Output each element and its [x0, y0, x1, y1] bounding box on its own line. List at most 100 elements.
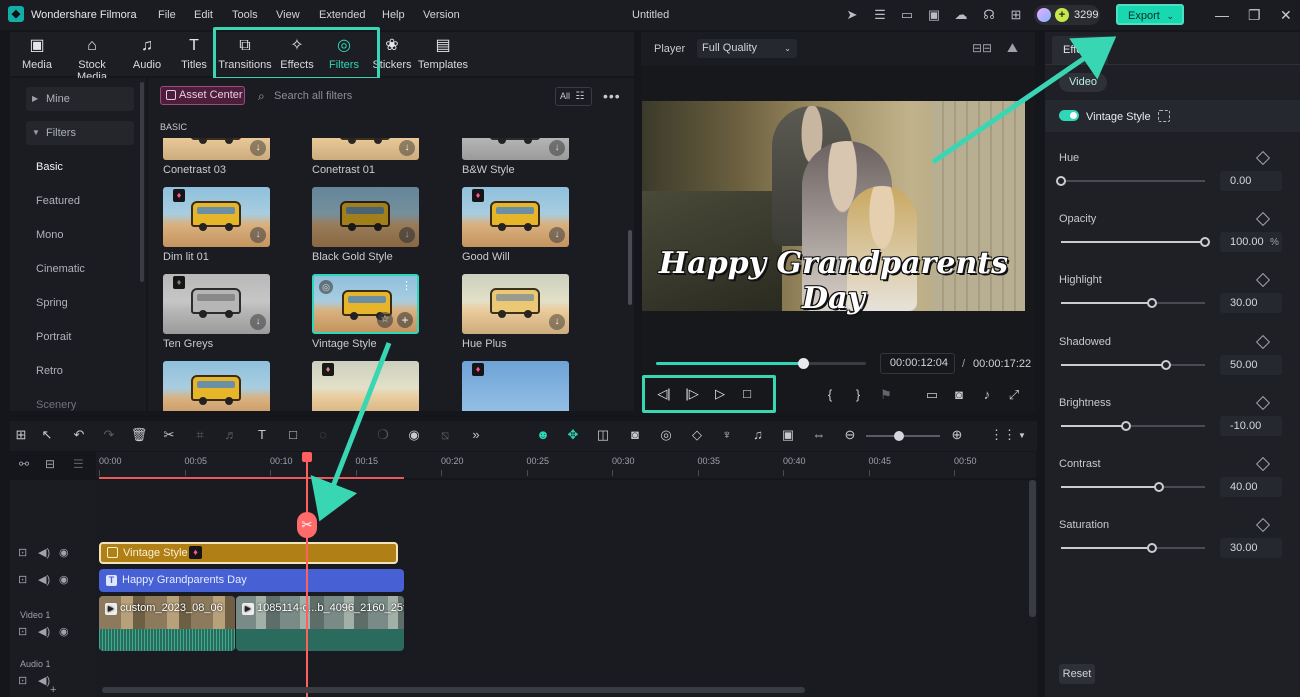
kebab-menu-icon[interactable]: ⋮ — [401, 279, 412, 292]
sidebar-group-filters[interactable]: ▼ Filters — [26, 121, 134, 145]
crop-icon[interactable]: ⌗ — [191, 427, 209, 443]
filter-thumb[interactable]: ♦ ↓ — [163, 187, 270, 247]
chevron-down-icon[interactable]: ⌄ — [1166, 6, 1174, 27]
clip-video-1[interactable]: ▶ custom_2023_08_06 — [99, 596, 235, 651]
audio-stretch-icon[interactable]: ♬ — [222, 427, 240, 442]
previous-frame-icon[interactable]: ◁| — [656, 386, 672, 402]
param-slider-knob-highlight[interactable] — [1147, 298, 1157, 308]
clip-title-text[interactable]: T Happy Grandparents Day — [99, 569, 404, 592]
select-tool-icon[interactable]: ↖ — [38, 427, 56, 443]
menu-view[interactable]: View — [276, 9, 300, 21]
filter-thumb[interactable]: ♦ ↓ — [163, 274, 270, 334]
track-layout-icon[interactable]: ⋮⋮ — [990, 427, 1016, 443]
chevron-down-icon[interactable]: ▼ — [1013, 431, 1031, 440]
link-icon[interactable]: ⚯ — [19, 457, 29, 471]
tool-templates[interactable]: ▤ Templates — [415, 36, 471, 76]
tab-effects[interactable]: Effects — [1052, 36, 1108, 64]
param-slider-knob-shadowed[interactable] — [1161, 360, 1171, 370]
eye-icon[interactable]: ◉ — [59, 573, 69, 586]
screen-record-icon[interactable]: ▣ — [779, 427, 797, 443]
filter-thumb-selected[interactable]: ◎ ⋮ ☆ + — [312, 274, 419, 334]
track-manager-icon[interactable]: ☰ — [73, 457, 84, 471]
feedback-icon[interactable]: ☰ — [872, 7, 888, 23]
filter-type-dropdown[interactable]: All ☷ — [555, 87, 592, 106]
sidebar-item-featured[interactable]: Featured — [26, 189, 134, 213]
filter-thumb[interactable]: ↓ — [312, 187, 419, 247]
asset-center-button[interactable]: Asset Center — [160, 86, 245, 105]
download-icon[interactable]: ↓ — [250, 314, 266, 330]
eye-icon[interactable]: ◉ — [59, 625, 69, 638]
sidebar-scrollbar[interactable] — [140, 82, 144, 282]
filter-thumb[interactable]: ↓ — [462, 138, 569, 160]
lock-icon[interactable]: ⊡ — [18, 674, 27, 687]
record-voice-icon[interactable]: ◫ — [594, 427, 612, 443]
download-icon[interactable]: ↓ — [549, 314, 565, 330]
snapshot-image-icon[interactable]: ⛰ — [1007, 40, 1018, 56]
tool-titles[interactable]: T Titles — [169, 36, 219, 76]
zoom-in-icon[interactable]: ⊕ — [948, 427, 966, 443]
undo-icon[interactable]: ↶ — [70, 427, 88, 443]
param-slider-track-hue[interactable] — [1061, 180, 1205, 182]
zoom-out-icon[interactable]: ⊖ — [841, 427, 859, 443]
play-icon[interactable]: ▷ — [712, 386, 728, 402]
zoom-slider-knob[interactable] — [894, 431, 904, 441]
text-tool-icon[interactable]: T — [253, 427, 271, 442]
download-icon[interactable]: ↓ — [399, 227, 415, 243]
speaker-icon[interactable]: ◀) — [38, 625, 50, 638]
redo-icon[interactable]: ↷ — [100, 427, 118, 443]
quality-select[interactable]: Full Quality ⌄ — [697, 39, 797, 58]
snap-icon[interactable]: ☻ — [534, 427, 552, 442]
microphone-icon[interactable]: ♆ — [718, 427, 736, 442]
render-preview-icon[interactable]: ◎ — [657, 427, 675, 443]
filter-thumb[interactable]: ♦ — [462, 361, 569, 411]
credits-badge[interactable]: + 3299 — [1034, 5, 1100, 25]
color-tool-icon[interactable]: ◌ — [314, 427, 332, 442]
cloud-icon[interactable]: ☁ — [953, 7, 969, 23]
download-icon[interactable]: ↓ — [399, 140, 415, 156]
preview-icon[interactable]: ◎ — [319, 280, 333, 294]
fullscreen-icon[interactable]: ⤢ — [1006, 387, 1022, 403]
param-value-shadowed[interactable]: 50.00 — [1220, 355, 1282, 375]
add-icon[interactable]: + — [50, 684, 56, 696]
auto-ripple-icon[interactable]: ✥ — [564, 427, 582, 443]
camera-record-icon[interactable]: ◙ — [626, 427, 644, 442]
tool-media[interactable]: ▣ Media — [12, 36, 62, 76]
menu-help[interactable]: Help — [382, 9, 405, 21]
monitor-icon[interactable]: ▭ — [899, 7, 915, 23]
playback-progress-knob[interactable] — [798, 358, 809, 369]
param-slider-knob-contrast[interactable] — [1154, 482, 1164, 492]
lock-icon[interactable]: ⊡ — [18, 546, 27, 559]
speaker-icon[interactable]: ◀) — [38, 546, 50, 559]
close-icon[interactable]: ✕ — [1280, 7, 1292, 24]
transform-icon[interactable]: ⧅ — [436, 427, 454, 443]
search-input[interactable] — [274, 86, 454, 106]
minimize-icon[interactable]: — — [1215, 7, 1229, 23]
cut-icon[interactable]: ✂ — [160, 427, 178, 443]
download-icon[interactable]: ↓ — [549, 140, 565, 156]
param-slider-knob-hue[interactable] — [1056, 176, 1066, 186]
effect-enable-toggle[interactable] — [1059, 110, 1079, 121]
fit-timeline-icon[interactable]: ⇔ — [810, 427, 828, 442]
add-track-icon[interactable]: ⊟ — [45, 457, 55, 471]
sidebar-item-retro[interactable]: Retro — [26, 359, 134, 383]
menu-extended[interactable]: Extended — [319, 9, 365, 21]
param-slider-knob-brightness[interactable] — [1121, 421, 1131, 431]
mark-out-icon[interactable]: } — [850, 387, 866, 402]
current-time[interactable]: 00:00:12:04 — [880, 353, 955, 374]
playhead-line[interactable] — [306, 452, 308, 697]
tool-audio[interactable]: ♫ Audio — [122, 36, 172, 76]
param-slider-knob-saturation[interactable] — [1147, 543, 1157, 553]
volume-icon[interactable]: ♪ — [979, 387, 995, 402]
subtab-video[interactable]: Video — [1059, 73, 1107, 92]
param-value-hue[interactable]: 0.00 — [1220, 171, 1282, 191]
audio-mix-icon[interactable]: ♫ — [749, 427, 767, 442]
lock-icon[interactable]: ⊡ — [18, 625, 27, 638]
favorite-star-icon[interactable]: ☆ — [377, 312, 393, 328]
browser-scrollbar[interactable] — [628, 230, 632, 305]
add-icon[interactable]: + — [397, 312, 413, 328]
layout-grid-icon[interactable]: ⊞ — [12, 427, 30, 443]
filter-thumb[interactable] — [163, 361, 270, 411]
mask-icon[interactable]: ❍ — [374, 427, 392, 443]
filter-thumb[interactable]: ♦ ↓ — [462, 187, 569, 247]
playhead-handle[interactable] — [302, 452, 312, 462]
